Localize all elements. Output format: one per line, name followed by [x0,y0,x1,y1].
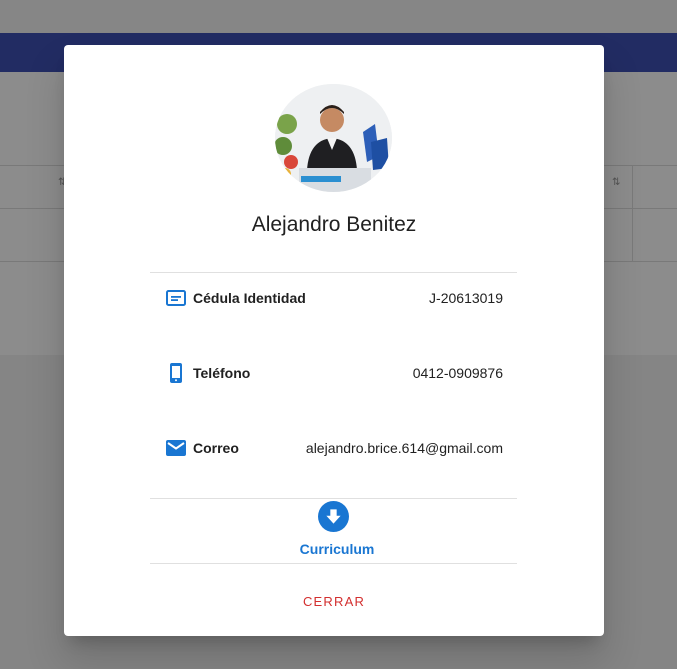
detail-row-correo: Correo alejandro.brice.614@gmail.com [150,428,517,468]
detail-value: 0412-0909876 [412,365,503,381]
detail-value: J-20613019 [429,290,503,306]
profile-name: Alejandro Benitez [251,213,417,236]
divider [150,498,517,499]
download-curriculum-button[interactable] [318,501,349,532]
detail-value: alejandro.brice.614@gmail.com [305,440,503,456]
detail-row-cedula: Cédula Identidad J-20613019 [150,278,517,318]
detail-label: Cédula Identidad [193,290,306,306]
email-icon [166,440,186,456]
profile-dialog: Alejandro Benitez Cédula Identidad J-206… [64,45,604,636]
detail-label: Correo [193,440,239,456]
divider [150,272,517,273]
download-icon [326,509,341,524]
phone-icon [170,363,182,383]
divider [150,563,517,564]
curriculum-link[interactable]: Curriculum [64,541,610,557]
id-card-icon [166,290,186,306]
close-button[interactable]: CERRAR [284,586,384,616]
profile-photo [275,84,392,192]
profile-photo-image [275,84,392,192]
detail-label: Teléfono [193,365,251,381]
detail-row-telefono: Teléfono 0412-0909876 [150,353,517,393]
